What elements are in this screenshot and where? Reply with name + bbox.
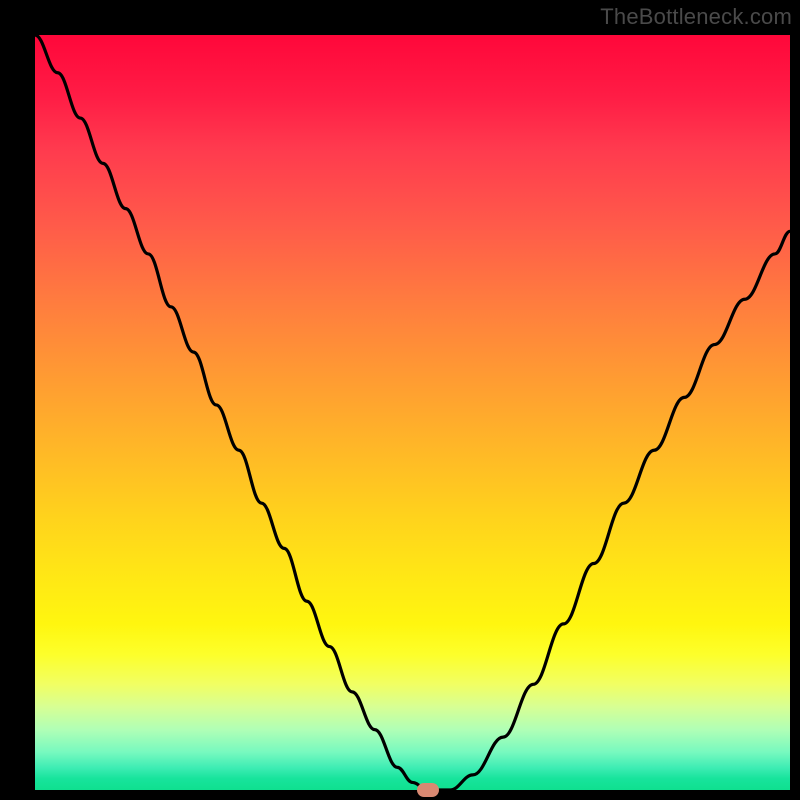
bottleneck-curve — [35, 35, 790, 790]
optimal-point-marker — [417, 783, 439, 797]
watermark-text: TheBottleneck.com — [600, 4, 792, 30]
curve-path — [35, 35, 790, 790]
chart-frame: TheBottleneck.com — [0, 0, 800, 800]
plot-area — [35, 35, 790, 790]
